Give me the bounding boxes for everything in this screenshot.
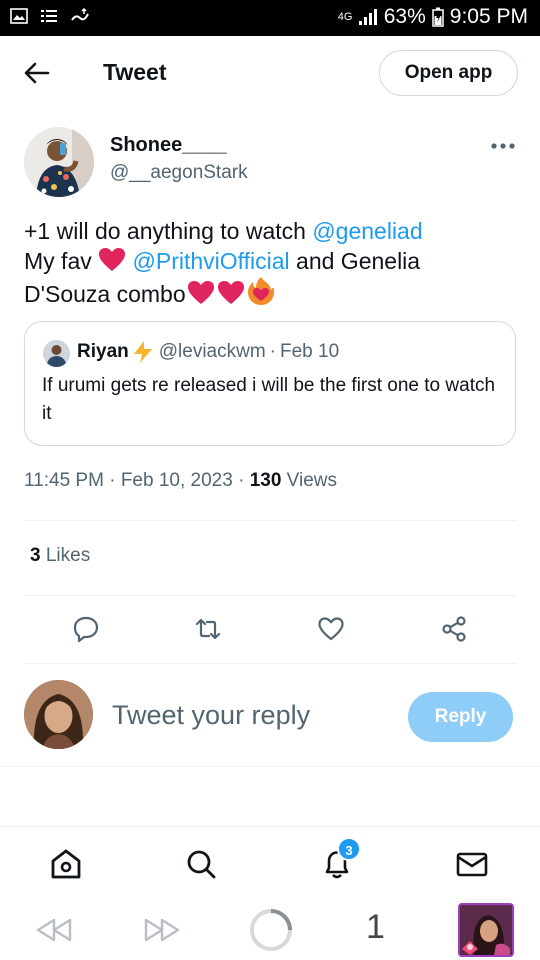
reply-icon[interactable] [72, 615, 100, 643]
home-icon[interactable] [49, 847, 83, 881]
author-avatar[interactable] [24, 127, 94, 197]
views-count: 130 [249, 470, 282, 491]
battery-percent: 63% [383, 5, 426, 28]
red-heart-emoji-icon [99, 248, 126, 271]
list-notification-icon [41, 10, 57, 22]
tweet-text: +1 will do anything to watch @geneliad M… [24, 216, 519, 309]
loading-spinner-icon[interactable] [248, 907, 294, 953]
author-avatar-image [24, 127, 94, 197]
notifications-badge: 3 [337, 837, 361, 861]
bottom-navigation [0, 826, 540, 900]
data-saver-notification-icon [71, 8, 89, 21]
quoted-tweet-text: If urumi gets re released i will be the … [42, 375, 496, 424]
quoted-author-name: Riyan [77, 341, 129, 362]
browser-forward-icon[interactable] [142, 916, 182, 944]
battery-charging-icon [432, 7, 444, 27]
network-type: 4G [337, 11, 353, 23]
tweet-time: 11:45 PM [24, 470, 104, 491]
reply-input[interactable] [112, 700, 392, 731]
quoted-author-avatar [43, 340, 70, 367]
retweet-icon[interactable] [194, 615, 222, 643]
heart-on-fire-emoji-icon [247, 277, 274, 305]
browser-toolbar: 1 [0, 900, 540, 960]
mention-link[interactable]: @geneliad [312, 218, 422, 244]
quoted-tweet-header: Riyan @leviackwm · Feb 10 [77, 340, 339, 364]
gallery-notification-icon [10, 8, 28, 24]
likes-label: Likes [45, 545, 91, 566]
more-options-icon[interactable] [489, 138, 517, 154]
divider [0, 766, 540, 767]
top-app-bar: Tweet Open app [0, 36, 540, 110]
lightning-emoji-icon [133, 341, 152, 363]
quoted-tweet-card[interactable]: Riyan @leviackwm · Feb 10 If urumi gets … [24, 321, 516, 446]
divider [24, 595, 516, 596]
tweet-text-line2-prefix: My fav [24, 248, 99, 274]
likes-link[interactable]: 3 Likes [30, 545, 90, 567]
clock: 9:05 PM [449, 5, 528, 28]
quoted-date: Feb 10 [280, 341, 340, 362]
quoted-separator: · [269, 341, 276, 362]
share-icon[interactable] [440, 615, 468, 643]
like-icon[interactable] [317, 615, 345, 643]
quoted-author-handle: @leviackwm [158, 341, 266, 362]
status-bar-notifications [10, 8, 90, 24]
red-heart-emoji-icon [187, 281, 214, 304]
author-name[interactable]: Shonee____ [110, 134, 227, 157]
red-heart-emoji-icon [217, 281, 244, 304]
tweet-meta: 11:45 PM · Feb 10, 2023 · 130 Views [24, 470, 338, 491]
tweet-text-line3: D'Souza combo [24, 281, 186, 307]
author-handle[interactable]: @__aegonStark [110, 162, 248, 184]
divider [24, 520, 516, 521]
reply-button[interactable]: Reply [408, 692, 513, 742]
search-icon[interactable] [184, 847, 218, 881]
tweet-date: Feb 10, 2023 [120, 470, 233, 491]
status-bar: 4G 63% 9:05 PM [0, 0, 540, 36]
browser-back-icon[interactable] [34, 916, 74, 944]
profile-thumbnail[interactable] [458, 903, 514, 957]
status-bar-system: 4G 63% 9:05 PM [338, 5, 528, 29]
page-title: Tweet [103, 59, 167, 85]
likes-count: 3 [30, 545, 41, 566]
signal-icon [358, 9, 377, 25]
back-arrow-icon[interactable] [22, 58, 52, 88]
open-app-button[interactable]: Open app [379, 50, 518, 96]
divider [24, 663, 516, 664]
tab-count[interactable]: 1 [366, 908, 385, 947]
current-user-avatar [24, 680, 93, 749]
views-label: Views [286, 470, 338, 491]
messages-mail-icon[interactable] [455, 847, 489, 881]
tweet-text-line2-suffix: and Genelia [289, 248, 421, 274]
mention-link[interactable]: @PrithviOfficial [133, 248, 290, 274]
tweet-text-line1: +1 will do anything to watch [24, 218, 313, 244]
